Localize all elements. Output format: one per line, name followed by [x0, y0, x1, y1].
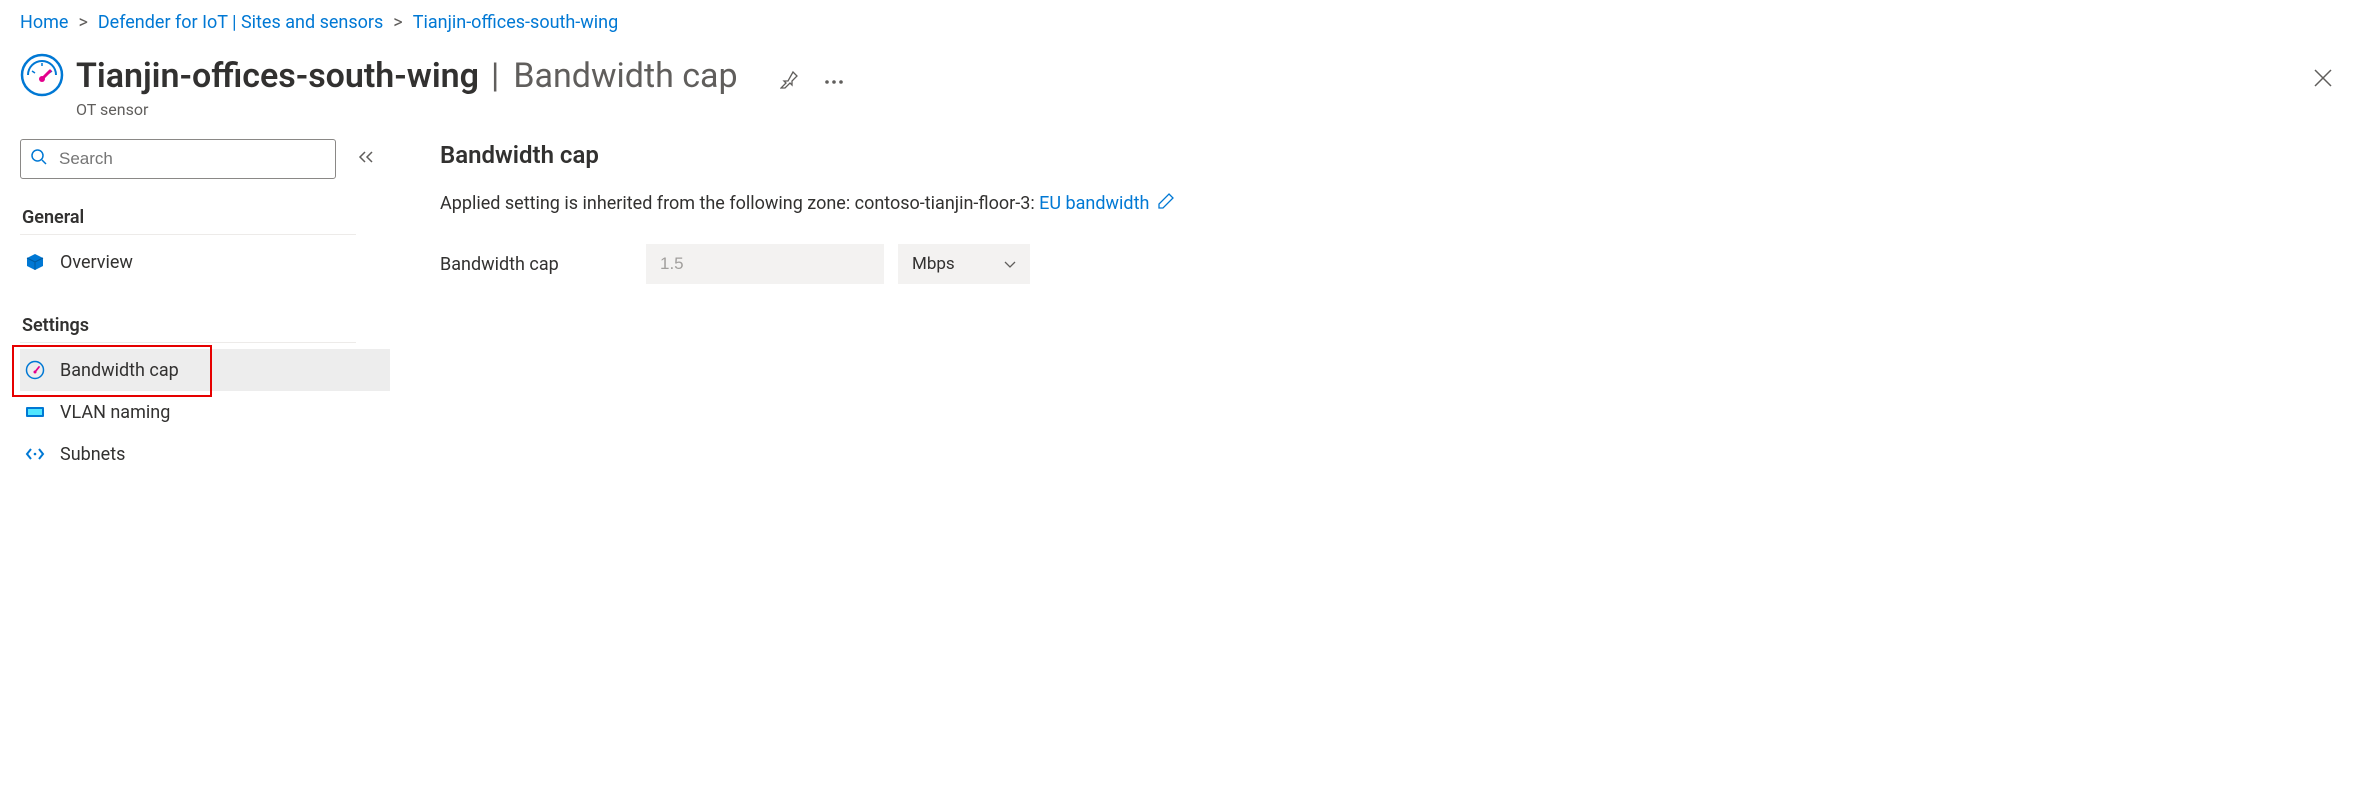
chevron-double-left-icon [358, 150, 374, 164]
gauge-icon [24, 359, 46, 381]
bandwidth-unit-select[interactable]: Mbps [898, 244, 1030, 284]
pin-button[interactable] [774, 63, 806, 98]
title-line: Tianjin-offices-south-wing | Bandwidth c… [76, 53, 856, 98]
more-button[interactable] [818, 67, 850, 94]
nav-section-general: General [20, 201, 356, 235]
breadcrumb: Home > Defender for IoT | Sites and sens… [0, 0, 2368, 43]
ellipsis-icon [824, 79, 844, 85]
page-title: Tianjin-offices-south-wing [76, 56, 479, 96]
pencil-icon [1158, 193, 1174, 209]
edit-button[interactable] [1158, 193, 1174, 214]
sidebar-item-label: Overview [60, 252, 133, 273]
sidebar-item-subnets[interactable]: Subnets [20, 433, 390, 475]
sidebar-item-label: Subnets [60, 444, 125, 465]
subtitle: OT sensor [76, 100, 856, 119]
page-header: Tianjin-offices-south-wing | Bandwidth c… [0, 43, 2368, 139]
close-button[interactable] [2306, 61, 2340, 98]
page-context: Bandwidth cap [513, 56, 737, 96]
sidebar-item-label: VLAN naming [60, 402, 170, 423]
breadcrumb-home[interactable]: Home [20, 12, 68, 33]
search-input[interactable] [20, 139, 336, 179]
breadcrumb-defender[interactable]: Defender for IoT | Sites and sensors [98, 12, 383, 33]
header-left: Tianjin-offices-south-wing | Bandwidth c… [20, 53, 856, 119]
chevron-down-icon [1004, 254, 1016, 274]
inherited-prefix: Applied setting is inherited from the fo… [440, 193, 1039, 214]
content-title: Bandwidth cap [440, 141, 2348, 169]
content: Bandwidth cap Applied setting is inherit… [390, 139, 2348, 475]
bandwidth-value-input[interactable] [646, 244, 884, 284]
search-wrap [20, 139, 336, 179]
unit-value: Mbps [912, 254, 955, 274]
sidebar-item-label: Bandwidth cap [60, 360, 179, 381]
tag-icon [24, 401, 46, 423]
sidebar: General Overview Settings [20, 139, 390, 475]
header-actions [768, 63, 856, 98]
sidebar-item-overview[interactable]: Overview [20, 241, 390, 283]
collapse-sidebar-button[interactable] [358, 150, 374, 169]
title-separator: | [491, 56, 499, 96]
main-area: General Overview Settings [0, 139, 2368, 475]
search-icon [30, 148, 48, 170]
pin-icon [780, 69, 800, 89]
code-icon [24, 443, 46, 465]
breadcrumb-separator: > [393, 12, 402, 33]
bandwidth-label: Bandwidth cap [440, 254, 646, 275]
sidebar-item-vlan-naming[interactable]: VLAN naming [20, 391, 390, 433]
sidebar-item-bandwidth-cap[interactable]: Bandwidth cap [20, 349, 390, 391]
breadcrumb-current[interactable]: Tianjin-offices-south-wing [413, 12, 619, 33]
nav-section-settings: Settings [20, 309, 356, 343]
bandwidth-form-row: Bandwidth cap Mbps [440, 244, 2348, 284]
title-block: Tianjin-offices-south-wing | Bandwidth c… [76, 53, 856, 119]
close-icon [2312, 67, 2334, 89]
inherited-link[interactable]: EU bandwidth [1039, 193, 1149, 214]
sensor-gauge-icon [20, 53, 64, 97]
inherited-setting-text: Applied setting is inherited from the fo… [440, 193, 2348, 214]
breadcrumb-separator: > [78, 12, 87, 33]
search-row [20, 139, 390, 179]
cube-icon [24, 251, 46, 273]
